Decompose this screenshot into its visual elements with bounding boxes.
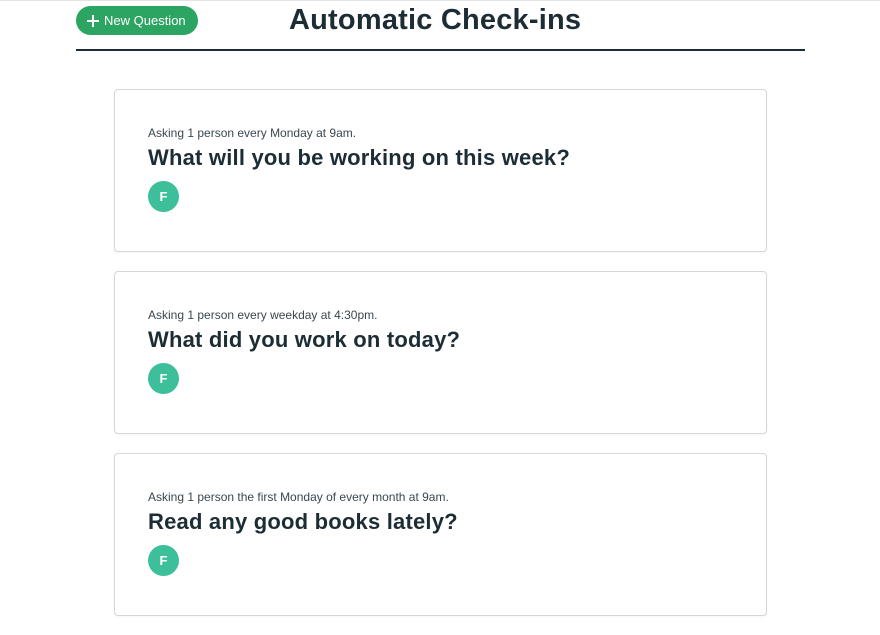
question-card[interactable]: Asking 1 person every Monday at 9am. Wha… bbox=[114, 89, 767, 252]
plus-icon bbox=[86, 14, 100, 28]
question-card[interactable]: Asking 1 person the first Monday of ever… bbox=[114, 453, 767, 616]
question-title[interactable]: Read any good books lately? bbox=[148, 509, 458, 535]
avatar[interactable]: F bbox=[148, 181, 179, 212]
page-title: Automatic Check-ins bbox=[289, 4, 582, 36]
new-question-label: New Question bbox=[104, 13, 186, 28]
avatar[interactable]: F bbox=[148, 545, 179, 576]
new-question-button[interactable]: New Question bbox=[76, 6, 198, 35]
avatar-initial: F bbox=[159, 189, 168, 204]
page-header: New Question Automatic Check-ins bbox=[76, 0, 805, 51]
question-list: Asking 1 person every Monday at 9am. Wha… bbox=[114, 89, 767, 635]
question-title[interactable]: What will you be working on this week? bbox=[148, 145, 570, 171]
question-schedule: Asking 1 person every Monday at 9am. bbox=[148, 126, 357, 140]
avatar[interactable]: F bbox=[148, 363, 179, 394]
avatar-initial: F bbox=[159, 553, 168, 568]
avatar-initial: F bbox=[159, 371, 168, 386]
question-title[interactable]: What did you work on today? bbox=[148, 327, 460, 353]
question-schedule: Asking 1 person the first Monday of ever… bbox=[148, 490, 449, 504]
question-card[interactable]: Asking 1 person every weekday at 4:30pm.… bbox=[114, 271, 767, 434]
question-schedule: Asking 1 person every weekday at 4:30pm. bbox=[148, 308, 378, 322]
